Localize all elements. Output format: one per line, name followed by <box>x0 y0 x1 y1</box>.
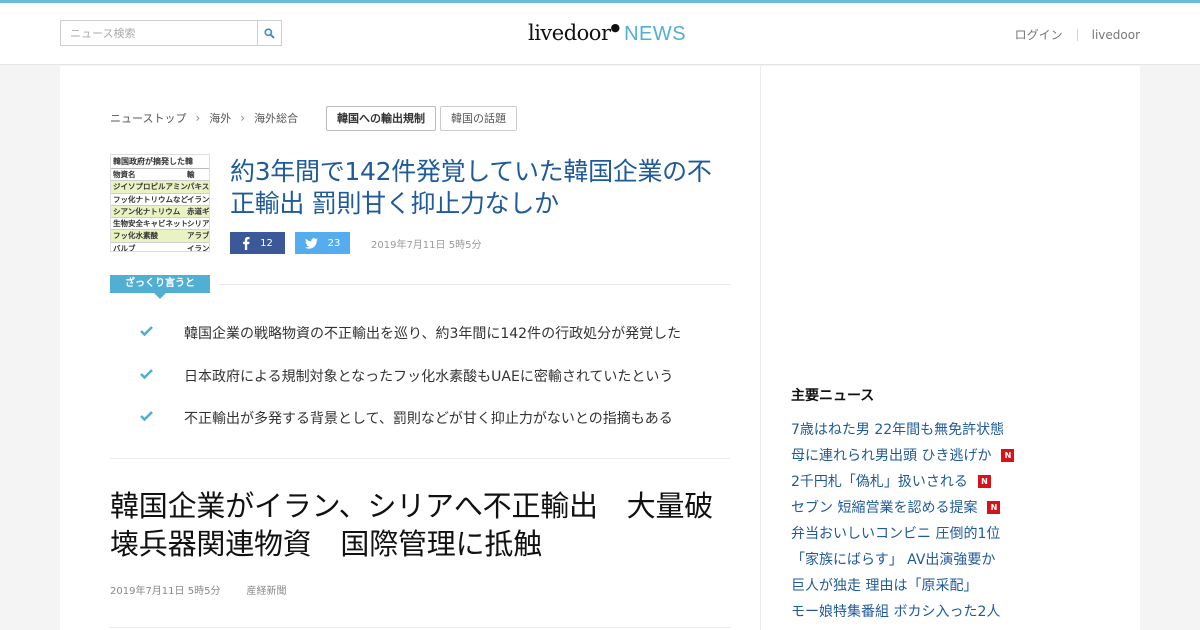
news-list-item[interactable]: 7歳はねた男 22年間も無免許状態 <box>791 416 1131 442</box>
logo-dot: ● <box>610 21 621 34</box>
new-badge-icon: N <box>987 500 1001 514</box>
news-item-text: 母に連れられ男出頭 ひき逃げか <box>791 448 992 464</box>
facebook-share-button[interactable]: 12 <box>230 232 285 254</box>
breadcrumb-news-top[interactable]: ニューストップ <box>110 110 186 126</box>
summary-divider <box>220 284 730 285</box>
site-header: livedoor ● NEWS ログイン livedoor <box>0 3 1200 65</box>
thumbnail-row: 生物安全キャビネットシリア <box>111 218 209 231</box>
tag-korea-topics[interactable]: 韓国の話題 <box>440 106 517 131</box>
top-news-list: 7歳はねた男 22年間も無免許状態 母に連れられ男出頭 ひき逃げか N 2千円札「偽札… <box>791 416 1131 624</box>
news-item-text: セブン 短縮営業を認める提案 <box>791 500 978 516</box>
breadcrumb-overseas-general[interactable]: 海外総合 <box>254 110 298 126</box>
thumbnail-row: ジイソプロピルアミンパキス <box>111 181 209 194</box>
summary-point: 日本政府による規制対象となったフッ化水素酸もUAEに密輸されていたという <box>140 366 740 409</box>
news-list-item[interactable]: 母に連れられ男出頭 ひき逃げか N <box>791 442 1131 468</box>
ad-space <box>791 66 1111 366</box>
thumbnail-table: 物資名輸 ジイソプロピルアミンパキス フッ化ナトリウムなどイラン シアン化ナトリ… <box>111 169 209 251</box>
article-title: 韓国企業がイラン、シリアへ不正輸出 大量破壊兵器関連物資 国際管理に抵触 <box>110 489 714 561</box>
logo-livedoor: livedoor <box>528 21 611 45</box>
article-headline[interactable]: 約3年間で142件発覚していた韓国企業の不正輸出 罰則甘く抑止力なしか <box>230 156 730 220</box>
summary-point-text: 日本政府による規制対象となったフッ化水素酸もUAEに密輸されていたという <box>184 368 674 385</box>
news-item-text: 弁当おいしいコンビニ 圧倒的1位 <box>791 526 1001 542</box>
livedoor-link[interactable]: livedoor <box>1092 28 1140 42</box>
thumbnail-title: 韓国政府が摘発した韓 <box>111 155 209 169</box>
thumbnail-row: フッ化水素酸 アラブ <box>111 230 209 243</box>
summary-point: 不正輸出が多発する背景として、罰則などが甘く抑止力がないとの指摘もある <box>140 408 740 451</box>
sidebar: 主要ニュース 7歳はねた男 22年間も無免許状態 母に連れられ男出頭 ひき逃げか N… <box>760 66 1140 630</box>
chevron-right-icon: › <box>195 111 201 125</box>
thumbnail-row: シアン化ナトリウム 赤道ギ <box>111 205 209 219</box>
summary-points: 韓国企業の戦略物資の不正輸出を巡り、約3年間に142件の行政処分が発覚した 日本… <box>140 323 740 451</box>
news-list-item[interactable]: セブン 短縮営業を認める提案 N <box>791 494 1131 520</box>
news-item-text: 巨人が独走 理由は「原采配」 <box>791 578 978 594</box>
share-bar: 12 23 2019年7月11日 5時5分 <box>230 232 481 254</box>
news-item-text: 7歳はねた男 22年間も無免許状態 <box>791 422 1005 438</box>
main-content: ニューストップ › 海外 › 海外総合 韓国への輸出規制 韓国の話題 韓国政府が… <box>60 66 760 630</box>
summary-label: ざっくり言うと <box>110 275 210 299</box>
article-source[interactable]: 産経新聞 <box>246 582 286 597</box>
search-input[interactable] <box>61 21 257 45</box>
twitter-count: 23 <box>327 237 341 249</box>
news-item-text: 2千円札「偽札」扱いされる <box>791 474 968 490</box>
login-link[interactable]: ログイン <box>1015 26 1063 43</box>
chevron-right-icon: › <box>240 111 246 125</box>
new-badge-icon: N <box>977 474 991 488</box>
article-meta: 2019年7月11日 5時5分 産経新聞 <box>110 582 286 597</box>
new-badge-icon: N <box>1001 448 1015 462</box>
news-item-text: モー娘特集番組 ボカシ入った2人 <box>791 604 1001 620</box>
article-thumbnail[interactable]: 韓国政府が摘発した韓 物資名輸 ジイソプロピルアミンパキス フッ化ナトリウムなど… <box>110 154 210 252</box>
section-divider <box>110 458 730 459</box>
breadcrumb-overseas[interactable]: 海外 <box>209 110 231 126</box>
news-list-item[interactable]: 弁当おいしいコンビニ 圧倒的1位 <box>791 520 1131 546</box>
news-list-item[interactable]: 巨人が独走 理由は「原采配」 <box>791 572 1131 598</box>
header-links: ログイン livedoor <box>1015 26 1140 43</box>
thumbnail-row: バルブ イラン <box>111 242 209 251</box>
top-news-heading: 主要ニュース <box>791 388 875 404</box>
site-logo[interactable]: livedoor ● NEWS <box>528 21 686 49</box>
check-icon <box>140 323 184 340</box>
headline-date: 2019年7月11日 5時5分 <box>371 239 482 251</box>
summary-point: 韓国企業の戦略物資の不正輸出を巡り、約3年間に142件の行政処分が発覚した <box>140 323 740 366</box>
news-search <box>60 20 282 46</box>
facebook-count: 12 <box>260 237 273 249</box>
thumbnail-header-row: 物資名輸 <box>111 169 209 182</box>
facebook-icon <box>242 236 250 250</box>
news-list-item[interactable]: 2千円札「偽札」扱いされる N <box>791 468 1131 494</box>
summary-point-text: 不正輸出が多発する背景として、罰則などが甘く抑止力がないとの指摘もある <box>184 411 673 427</box>
section-divider <box>110 627 730 628</box>
topic-tags: 韓国への輸出規制 韓国の話題 <box>326 106 521 131</box>
summary-point-text: 韓国企業の戦略物資の不正輸出を巡り、約3年間に142件の行政処分が発覚した <box>184 326 682 342</box>
news-list-item[interactable]: モー娘特集番組 ボカシ入った2人 <box>791 598 1131 624</box>
thumbnail-row: フッ化ナトリウムなどイラン <box>111 193 209 206</box>
logo-news: NEWS <box>624 23 687 45</box>
check-icon <box>140 366 184 383</box>
news-item-text: 「家族にばらす」 AV出演強要か <box>791 552 996 568</box>
header-divider <box>1076 28 1078 41</box>
tag-korea-export-control[interactable]: 韓国への輸出規制 <box>326 106 436 131</box>
article-date: 2019年7月11日 5時5分 <box>110 586 221 597</box>
twitter-share-button[interactable]: 23 <box>295 232 350 254</box>
news-list-item[interactable]: 「家族にばらす」 AV出演強要か <box>791 546 1131 572</box>
twitter-icon <box>304 237 318 249</box>
search-button[interactable] <box>257 21 281 45</box>
breadcrumb: ニューストップ › 海外 › 海外総合 <box>110 106 298 130</box>
search-icon <box>264 27 275 39</box>
check-icon <box>140 408 184 425</box>
